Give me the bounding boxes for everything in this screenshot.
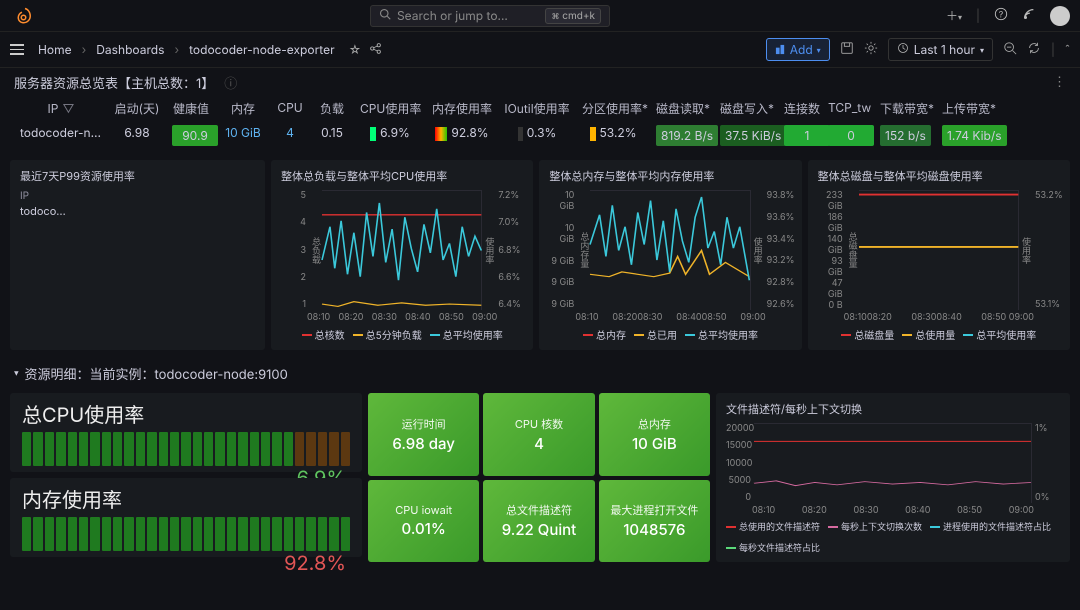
crumb-current: todocoder-node-exporter xyxy=(189,42,335,57)
chart-plot[interactable] xyxy=(754,423,1032,503)
fd-panel: 文件描述符/每秒上下文切换 20000150001000050000 1%0% … xyxy=(716,393,1070,562)
stat-tiles: 运行时间6.98 day CPU 核数4 总内存10 GiB CPU iowai… xyxy=(368,393,710,562)
overview-title: 服务器资源总览表【主机总数：1】 xyxy=(14,73,214,92)
panel-p99: 最近7天P99资源使用率 IP todoco… xyxy=(10,160,265,350)
crumb-home[interactable]: Home xyxy=(38,42,72,57)
bottom-row: 总CPU使用率 6.9% 内存使用率 92.8% 运行时间6.98 day CP… xyxy=(0,393,1080,562)
panel-cpu-load: 整体总负载与整体平均CPU使用率 54321 总负载 使用率 7.2%7.0%6… xyxy=(271,160,533,350)
crumb-dashboards[interactable]: Dashboards xyxy=(96,42,164,57)
panel-disk: 整体总磁盘与整体平均磁盘使用率 233 GiB186 GiB140 GiB93 … xyxy=(808,160,1070,350)
search-shortcut: ⌘ cmd+k xyxy=(545,8,601,24)
overview-table: IP▽ 启动(天) 健康值 内存 CPU 负载 CPU使用率 内存使用率 IOu… xyxy=(0,96,1080,156)
help-icon[interactable]: ? xyxy=(994,7,1008,24)
cpu-usage-panel: 总CPU使用率 6.9% xyxy=(10,393,362,472)
panel-row: 最近7天P99资源使用率 IP todoco… 整体总负载与整体平均CPU使用率… xyxy=(0,156,1080,354)
overview-section-header: 服务器资源总览表【主机总数：1】 ⓘ ⋮ xyxy=(0,68,1080,96)
breadcrumb-bar: Home › Dashboards › todocoder-node-expor… xyxy=(0,32,1080,68)
divider: | xyxy=(976,8,980,23)
zoomout-icon[interactable] xyxy=(1003,41,1017,58)
star-icon[interactable]: ☆ xyxy=(349,42,362,57)
tile: 运行时间6.98 day xyxy=(368,393,479,476)
topbar: Search or jump to... ⌘ cmd+k ＋▾ | ? xyxy=(0,0,1080,32)
grafana-logo-icon[interactable] xyxy=(16,7,34,25)
cpu-bars xyxy=(22,432,350,466)
svg-text:?: ? xyxy=(999,11,1004,21)
info-icon[interactable]: ⓘ xyxy=(224,73,237,92)
table-header-row: IP▽ 启动(天) 健康值 内存 CPU 负载 CPU使用率 内存使用率 IOu… xyxy=(14,96,1066,121)
save-icon[interactable] xyxy=(840,41,854,58)
tile: CPU 核数4 xyxy=(483,393,594,476)
rss-icon[interactable] xyxy=(1022,7,1036,24)
mem-usage-panel: 内存使用率 92.8% xyxy=(10,478,362,557)
tile: 最大进程打开文件1048576 xyxy=(599,480,710,563)
gear-icon[interactable] xyxy=(864,41,878,58)
tile: 总内存10 GiB xyxy=(599,393,710,476)
chevron-down-icon: ▸ xyxy=(11,371,22,376)
chart-plot[interactable] xyxy=(859,190,1019,310)
refresh-icon[interactable] xyxy=(1027,41,1041,58)
panel-mem: 整体总内存与整体平均内存使用率 10 GiB10 GiB9 GiB9 GiB9 … xyxy=(539,160,801,350)
panel-menu-icon[interactable]: ⋮ xyxy=(1053,74,1066,90)
search-placeholder: Search or jump to... xyxy=(397,8,508,23)
mem-bars xyxy=(22,517,350,551)
chart-plot[interactable] xyxy=(590,190,750,310)
menu-icon[interactable] xyxy=(10,44,24,55)
time-range[interactable]: Last 1 hour▾ xyxy=(888,38,993,61)
share-icon[interactable] xyxy=(369,42,382,58)
tile: 总文件描述符9.22 Quint xyxy=(483,480,594,563)
avatar[interactable] xyxy=(1050,6,1070,26)
chevron-icon[interactable]: ˆ xyxy=(1065,42,1070,57)
detail-row-header[interactable]: ▸ 资源明细：当前实例：todocoder-node:9100 xyxy=(0,354,1080,393)
table-row[interactable]: todocoder-n… 6.98 90.9 10 GiB 4 0.15 6.9… xyxy=(14,121,1066,150)
filter-icon[interactable]: ▽ xyxy=(62,101,74,116)
divider: | xyxy=(1051,42,1055,57)
tile: CPU iowait0.01% xyxy=(368,480,479,563)
search-icon xyxy=(379,8,391,23)
plus-icon[interactable]: ＋▾ xyxy=(946,7,962,24)
clock-icon xyxy=(897,42,909,57)
chart-plot[interactable] xyxy=(322,190,482,310)
add-button[interactable]: Add▾ xyxy=(766,38,830,61)
search-input[interactable]: Search or jump to... ⌘ cmd+k xyxy=(370,5,610,27)
